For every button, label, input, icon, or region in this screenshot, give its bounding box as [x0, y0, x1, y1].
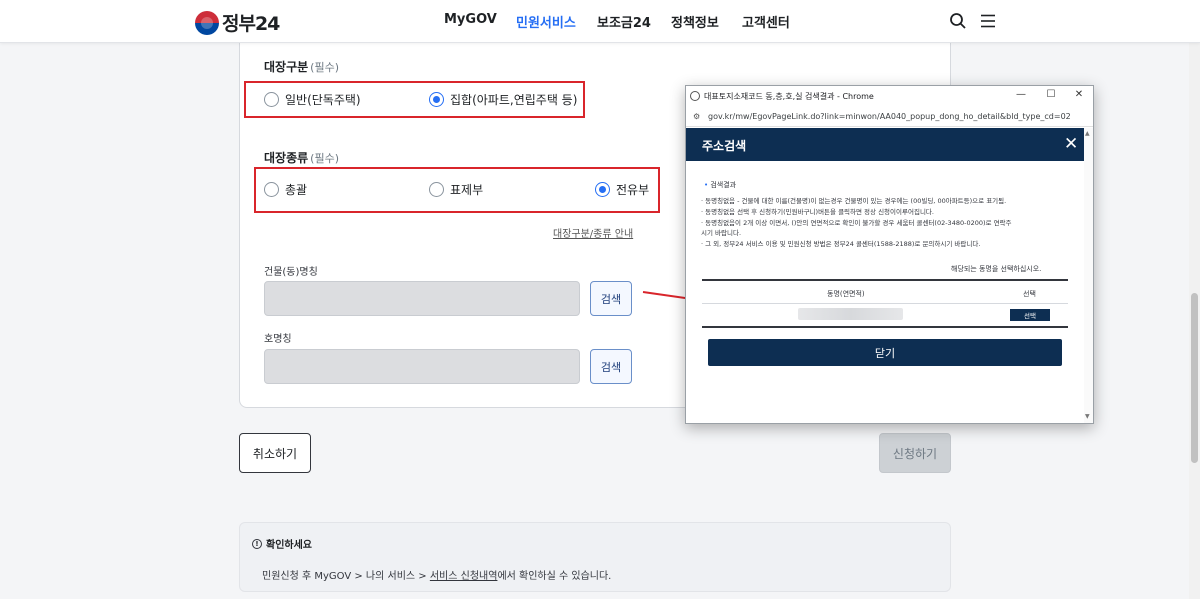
- notice-box: ! 확인하세요 민원신청 후 MyGOV > 나의 서비스 > 서비스 신청내역…: [239, 522, 951, 592]
- cancel-button[interactable]: 취소하기: [239, 433, 311, 473]
- help-line: · 동명칭없음 - 건물에 대한 이름(건물명)이 없는경우 건물명이 있는 경…: [701, 197, 1007, 205]
- radio-circle[interactable]: [264, 182, 279, 197]
- notice-title-text: 확인하세요: [266, 540, 312, 551]
- site-header: 정부24 MyGOV 민원서비스 보조금24 정책정보 고객센터: [0, 0, 1200, 43]
- menu-icon[interactable]: [979, 12, 997, 30]
- radio-exclusive-section[interactable]: 전유부: [595, 181, 649, 198]
- address-search-popup: 대표토지소재코드 동,층,호,실 검색결과 - Chrome — ☐ ✕ ⚙ g…: [685, 85, 1094, 424]
- column-header-select: 선택: [1023, 290, 1036, 298]
- popup-header-title: 주소검색: [702, 139, 747, 153]
- radio-collective-label: 집합(아파트,연립주택 등): [450, 93, 578, 107]
- ledger-type-label-text: 대장구분: [264, 60, 309, 74]
- ledger-type-label: 대장구분 (필수): [264, 58, 339, 75]
- scroll-down-icon[interactable]: ▼: [1085, 413, 1090, 420]
- nav-item-policy[interactable]: 정책정보: [671, 12, 719, 31]
- result-title: • 검색결과: [704, 180, 736, 190]
- unit-search-button[interactable]: 검색: [590, 349, 632, 384]
- radio-title-section-label: 표제부: [450, 183, 484, 197]
- nav-item-subsidy[interactable]: 보조금24: [597, 12, 651, 31]
- popup-window-title: 대표토지소재코드 동,층,호,실 검색결과 - Chrome: [704, 92, 874, 101]
- notice-text-prefix: 민원신청 후 MyGOV > 나의 서비스 >: [262, 571, 430, 582]
- radio-circle-selected[interactable]: [595, 182, 610, 197]
- radio-circle[interactable]: [429, 182, 444, 197]
- submit-button[interactable]: 신청하기: [879, 433, 951, 473]
- chrome-favicon-icon: [690, 91, 700, 101]
- minimize-icon[interactable]: —: [1014, 89, 1028, 100]
- notice-text-suffix: 에서 확인하실 수 있습니다.: [497, 571, 612, 582]
- help-line: · 동명칭없음 선택 후 신청하기(민원바구니)버튼을 클릭하면 정상 신청이이…: [701, 208, 934, 216]
- building-name-label: 건물(동)명칭: [264, 267, 318, 278]
- radio-title-section[interactable]: 표제부: [429, 181, 483, 198]
- building-name-input[interactable]: [264, 281, 580, 316]
- select-instruction: 해당되는 동명을 선택하십시오.: [951, 265, 1042, 273]
- main-nav: MyGOV 민원서비스 보조금24 정책정보 고객센터: [0, 12, 1200, 32]
- radio-exclusive-section-label: 전유부: [616, 183, 650, 197]
- required-mark: (필수): [310, 152, 339, 165]
- unit-name-label: 호명칭: [264, 334, 292, 345]
- radio-circle[interactable]: [264, 92, 279, 107]
- popup-titlebar: 대표토지소재코드 동,층,호,실 검색결과 - Chrome — ☐ ✕: [686, 86, 1093, 107]
- radio-general[interactable]: 일반(단독주택): [264, 91, 361, 108]
- help-line: · 그 외, 정부24 서비스 이용 및 민원신청 방법은 정부24 콜센터(1…: [701, 240, 981, 248]
- maximize-icon[interactable]: ☐: [1044, 89, 1058, 100]
- window-close-icon[interactable]: ✕: [1072, 89, 1086, 100]
- table-bottom-border: [702, 326, 1068, 328]
- radio-summary[interactable]: 총괄: [264, 181, 307, 198]
- popup-close-button[interactable]: 닫기: [708, 339, 1062, 366]
- ledger-kind-label: 대장종류 (필수): [264, 149, 339, 166]
- radio-circle-selected[interactable]: [429, 92, 444, 107]
- radio-summary-label: 총괄: [285, 183, 308, 197]
- page-scrollbar[interactable]: [1189, 43, 1200, 599]
- redacted-building-name: [798, 308, 903, 320]
- result-title-text: 검색결과: [710, 181, 737, 189]
- popup-url[interactable]: gov.kr/mw/EgovPageLink.do?link=minwon/AA…: [708, 112, 1071, 121]
- nav-item-mygov[interactable]: MyGOV: [444, 12, 497, 27]
- building-search-button[interactable]: 검색: [590, 281, 632, 316]
- popup-scrollbar[interactable]: ▲ ▼: [1084, 128, 1093, 423]
- ledger-kind-label-text: 대장종류: [264, 151, 309, 165]
- nav-item-civil-service[interactable]: 민원서비스: [516, 12, 576, 31]
- help-line: · 동명칭없음이 2개 이상 이면서, ()안의 연면적으로 확인이 불가할 경…: [701, 219, 1012, 227]
- info-icon: !: [252, 538, 262, 549]
- notice-title: ! 확인하세요: [252, 536, 312, 551]
- scrollbar-thumb[interactable]: [1191, 293, 1198, 463]
- popup-close-icon[interactable]: ✕: [1064, 134, 1078, 154]
- radio-collective[interactable]: 집합(아파트,연립주택 등): [429, 91, 577, 108]
- required-mark: (필수): [310, 61, 339, 74]
- popup-url-bar[interactable]: ⚙ gov.kr/mw/EgovPageLink.do?link=minwon/…: [686, 107, 1093, 127]
- notice-text: 민원신청 후 MyGOV > 나의 서비스 > 서비스 신청내역에서 확인하실 …: [262, 567, 611, 582]
- radio-general-label: 일반(단독주택): [285, 93, 361, 107]
- popup-header: 주소검색 ✕: [686, 128, 1093, 161]
- scroll-up-icon[interactable]: ▲: [1085, 130, 1090, 137]
- nav-item-customer-center[interactable]: 고객센터: [742, 12, 790, 31]
- ledger-guide-link[interactable]: 대장구분/종류 안내: [553, 225, 633, 240]
- service-history-link[interactable]: 서비스 신청내역: [430, 571, 498, 582]
- select-button[interactable]: 선택: [1010, 309, 1050, 321]
- column-header-building: 동명(연면적): [827, 290, 865, 298]
- table-top-border: [702, 279, 1068, 281]
- table-header-divider: [702, 303, 1068, 304]
- search-icon[interactable]: [949, 12, 967, 30]
- site-info-icon[interactable]: ⚙: [693, 112, 700, 121]
- unit-name-input[interactable]: [264, 349, 580, 384]
- help-line: 시기 바랍니다.: [701, 229, 742, 237]
